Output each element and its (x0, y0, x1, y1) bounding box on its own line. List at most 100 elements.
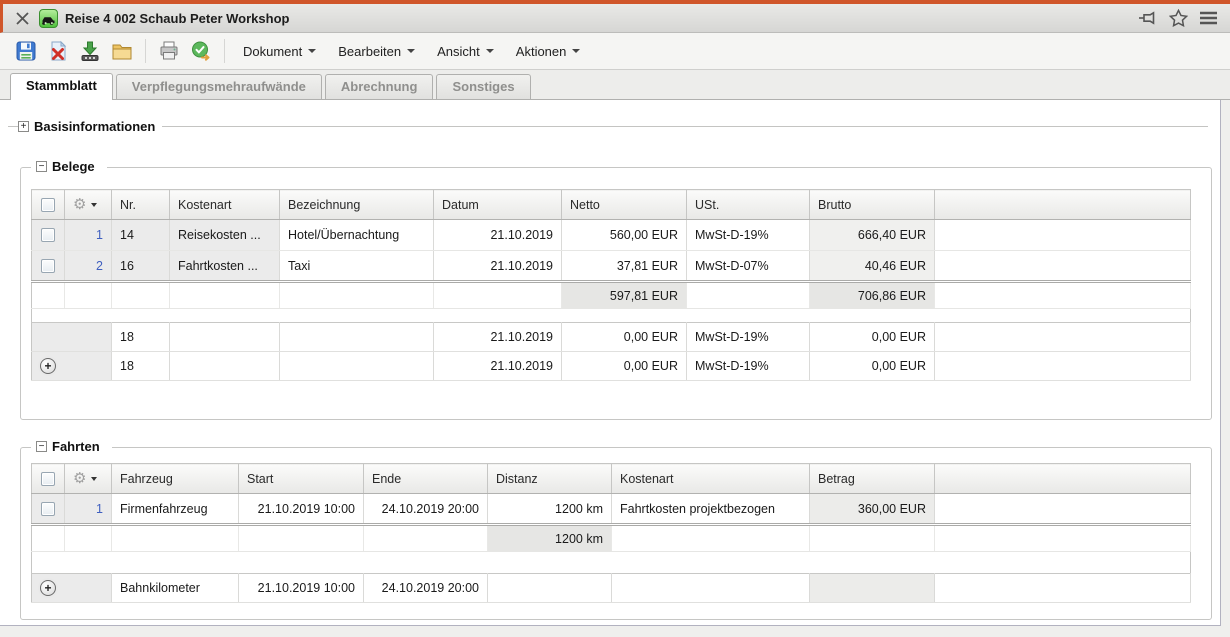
menu-bearbeiten[interactable]: Bearbeiten (327, 39, 426, 64)
add-row-button[interactable]: + (40, 358, 56, 374)
col-header-bezeichnung[interactable]: Bezeichnung (280, 190, 434, 220)
col-header-netto[interactable]: Netto (562, 190, 687, 220)
col-header-kostenart[interactable]: Kostenart (170, 190, 280, 220)
titlebar: Reise 4 002 Schaub Peter Workshop (0, 4, 1230, 33)
menu-aktionen[interactable]: Aktionen (505, 39, 592, 64)
select-all-cell (32, 190, 65, 220)
cell-datum[interactable]: 21.10.2019 (434, 352, 562, 381)
col-header-start[interactable]: Start (239, 464, 364, 494)
tab-abrechnung[interactable]: Abrechnung (325, 74, 434, 99)
delete-document-button[interactable] (42, 37, 74, 65)
print-button[interactable] (153, 37, 185, 65)
section-basisinformationen: + Basisinformationen (8, 119, 1208, 134)
cell-netto[interactable]: 0,00 EUR (562, 352, 687, 381)
col-header-nr[interactable]: Nr. (112, 190, 170, 220)
grid-settings-button[interactable]: ⚙ (73, 471, 103, 486)
cell-betrag: 360,00 EUR (810, 494, 935, 525)
grid-settings-button[interactable]: ⚙ (73, 197, 103, 212)
col-header-brutto[interactable]: Brutto (810, 190, 935, 220)
cell-nr: 18 (112, 352, 170, 381)
tab-sonstiges[interactable]: Sonstiges (436, 74, 530, 99)
favorite-button[interactable] (1169, 9, 1188, 27)
cell-kostenart[interactable] (612, 574, 810, 603)
beleg-new-row: + 18 21.10.2019 0,00 EUR MwSt-D-19% 0,00… (32, 352, 1191, 381)
cell-kostenart[interactable]: Fahrtkosten ... (170, 251, 280, 282)
cell-ust[interactable]: MwSt-D-19% (687, 220, 810, 251)
tab-verpflegungsmehraufwaende[interactable]: Verpflegungsmehraufwände (116, 74, 322, 99)
cell-start[interactable]: 21.10.2019 10:00 (239, 494, 364, 525)
cell-start[interactable]: 21.10.2019 10:00 (239, 574, 364, 603)
save-button[interactable] (10, 37, 42, 65)
cell-netto[interactable]: 560,00 EUR (562, 220, 687, 251)
col-header-ende[interactable]: Ende (364, 464, 488, 494)
col-header-distanz[interactable]: Distanz (488, 464, 612, 494)
cell-bezeichnung[interactable]: Taxi (280, 251, 434, 282)
pin-button[interactable] (1138, 10, 1158, 26)
section-fahrten-legend: − Fahrten (31, 439, 112, 454)
col-header-fahrzeug[interactable]: Fahrzeug (112, 464, 239, 494)
cell-fahrzeug[interactable]: Bahnkilometer (112, 574, 239, 603)
cell-datum[interactable]: 21.10.2019 (434, 251, 562, 282)
cell-ust[interactable]: MwSt-D-19% (687, 352, 810, 381)
col-header-betrag[interactable]: Betrag (810, 464, 935, 494)
grid-menu-cell: ⚙ (65, 464, 112, 494)
col-header-ust[interactable]: USt. (687, 190, 810, 220)
menu-aktionen-label: Aktionen (516, 44, 567, 59)
row-number: 2 (65, 251, 112, 282)
select-all-checkbox[interactable] (41, 472, 55, 486)
cell-ust[interactable]: MwSt-D-19% (687, 323, 810, 352)
add-row-button[interactable]: + (40, 580, 56, 596)
divider (162, 126, 1208, 127)
menu-bearbeiten-label: Bearbeiten (338, 44, 401, 59)
menu-ansicht[interactable]: Ansicht (426, 39, 505, 64)
cell-ende[interactable]: 24.10.2019 20:00 (364, 574, 488, 603)
print-icon (158, 40, 180, 62)
cell-kostenart[interactable] (170, 352, 280, 381)
cell-brutto: 40,46 EUR (810, 251, 935, 282)
row-select-cell (32, 251, 65, 282)
row-checkbox[interactable] (41, 502, 55, 516)
cell-ust[interactable]: MwSt-D-07% (687, 251, 810, 282)
row-checkbox[interactable] (41, 228, 55, 242)
col-header-datum[interactable]: Datum (434, 190, 562, 220)
hamburger-menu-icon (1199, 11, 1218, 25)
cell-nr: 14 (112, 220, 170, 251)
col-header-kostenart[interactable]: Kostenart (612, 464, 810, 494)
expand-basisinformationen-button[interactable]: + (18, 121, 29, 132)
collapse-belege-button[interactable]: − (36, 161, 47, 172)
cell-ende[interactable]: 24.10.2019 20:00 (364, 494, 488, 525)
cell-kostenart[interactable]: Reisekosten ... (170, 220, 280, 251)
cell-bezeichnung[interactable]: Hotel/Übernachtung (280, 220, 434, 251)
cell-brutto: 0,00 EUR (810, 352, 935, 381)
close-button[interactable] (11, 7, 33, 29)
belege-sum-row: 597,81 EUR 706,86 EUR (32, 282, 1191, 309)
cell-empty (935, 574, 1191, 603)
gear-icon: ⚙ (73, 197, 86, 212)
cell-netto[interactable]: 0,00 EUR (562, 323, 687, 352)
sum-distanz: 1200 km (488, 525, 612, 552)
menu-dokument[interactable]: Dokument (232, 39, 327, 64)
cell-brutto: 666,40 EUR (810, 220, 935, 251)
open-folder-button[interactable] (106, 37, 138, 65)
belege-table: ⚙ Nr. Kostenart Bezeichnung Datum Netto … (31, 189, 1191, 381)
cell-fahrzeug[interactable]: Firmenfahrzeug (112, 494, 239, 525)
cell-kostenart[interactable]: Fahrtkosten projektbezogen (612, 494, 810, 525)
row-checkbox[interactable] (41, 259, 55, 273)
apply-button[interactable] (185, 37, 217, 65)
chevron-down-icon (91, 203, 97, 207)
cell-distanz[interactable] (488, 574, 612, 603)
cell-netto[interactable]: 37,81 EUR (562, 251, 687, 282)
chevron-down-icon (407, 49, 415, 53)
cell-kostenart[interactable] (170, 323, 280, 352)
cell-bezeichnung[interactable] (280, 352, 434, 381)
cell-datum[interactable]: 21.10.2019 (434, 323, 562, 352)
cell-bezeichnung[interactable] (280, 323, 434, 352)
window-menu-button[interactable] (1199, 11, 1218, 25)
col-header-empty (935, 464, 1191, 494)
select-all-checkbox[interactable] (41, 198, 55, 212)
import-button[interactable] (74, 37, 106, 65)
tab-stammblatt[interactable]: Stammblatt (10, 73, 113, 100)
collapse-fahrten-button[interactable]: − (36, 441, 47, 452)
cell-datum[interactable]: 21.10.2019 (434, 220, 562, 251)
cell-distanz[interactable]: 1200 km (488, 494, 612, 525)
